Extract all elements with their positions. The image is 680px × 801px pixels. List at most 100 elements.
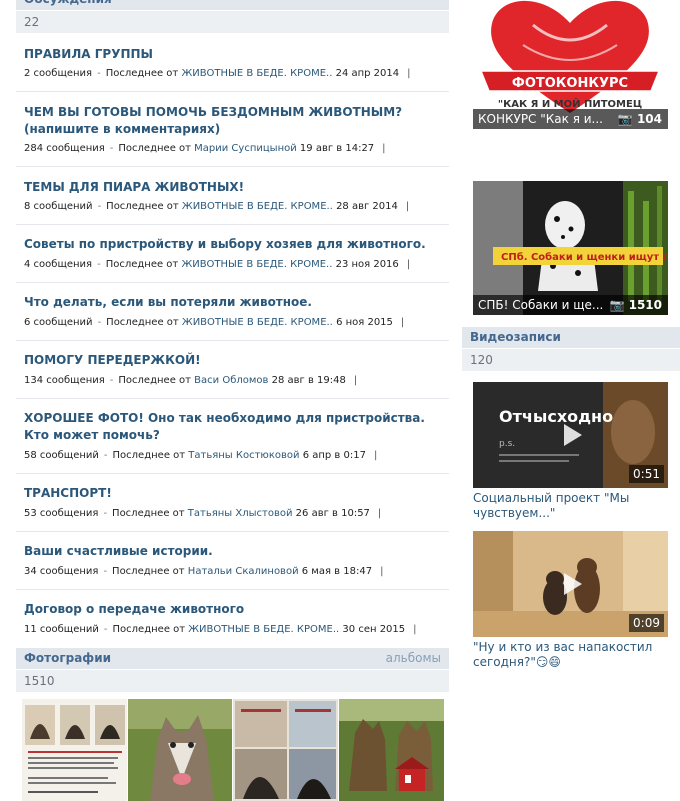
photos-header[interactable]: Фотографии альбомы bbox=[16, 648, 449, 669]
topic-last-label: Последнее от bbox=[112, 624, 186, 635]
topic-title[interactable]: ТРАНСПОРТ! bbox=[24, 485, 434, 502]
topic-date[interactable]: 28 авг 2014 bbox=[336, 201, 398, 212]
photo-thumbnail[interactable] bbox=[233, 699, 338, 801]
topic-title[interactable]: Ваши счастливые истории. bbox=[24, 543, 434, 560]
discussions-header[interactable]: Обсуждения bbox=[16, 0, 449, 10]
album-caption: СПБ! Собаки и ще... 📷 1510 bbox=[473, 295, 668, 315]
topic-title[interactable]: ХОРОШЕЕ ФОТО! Оно так необходимо для при… bbox=[24, 410, 434, 444]
topic-date[interactable]: 6 апр в 0:17 bbox=[303, 450, 366, 461]
topic-title[interactable]: Советы по пристройству и выбору хозяев д… bbox=[24, 236, 434, 253]
topic-item: ЧЕМ ВЫ ГОТОВЫ ПОМОЧЬ БЕЗДОМНЫМ ЖИВОТНЫМ?… bbox=[16, 92, 449, 167]
discussions-title[interactable]: Обсуждения bbox=[24, 0, 112, 10]
video-thumbnail[interactable]: Отчысходно p.s. 0:51 bbox=[473, 382, 668, 488]
topic-item: Советы по пристройству и выбору хозяев д… bbox=[16, 225, 449, 283]
album-count: 📷 1510 bbox=[609, 298, 662, 312]
album-name: КОНКУРС "Как я и... bbox=[478, 112, 603, 126]
topic-date[interactable]: 23 ноя 2016 bbox=[336, 259, 399, 270]
video-title[interactable]: "Ну и кто из вас напакостил сегодня?"😏😄 bbox=[473, 640, 663, 670]
album-banner-text: ФОТОКОНКУРС bbox=[512, 76, 628, 91]
topic-author-link[interactable]: Васи Обломов bbox=[194, 375, 268, 386]
topic-date[interactable]: 30 сен 2015 bbox=[342, 624, 405, 635]
albums-link[interactable]: альбомы bbox=[386, 648, 441, 669]
topic-date[interactable]: 19 авг в 14:27 bbox=[300, 143, 374, 154]
play-icon[interactable] bbox=[556, 420, 586, 450]
topic-count: 11 сообщений bbox=[24, 624, 99, 635]
svg-text:p.s.: p.s. bbox=[499, 439, 515, 449]
topic-count: 6 сообщений bbox=[24, 317, 93, 328]
topic-author-link[interactable]: ЖИВОТНЫЕ В БЕДЕ. КРОМЕ.. bbox=[188, 624, 339, 635]
topic-author-link[interactable]: ЖИВОТНЫЕ В БЕДЕ. КРОМЕ.. bbox=[182, 201, 333, 212]
topic-date[interactable]: 6 ноя 2015 bbox=[336, 317, 393, 328]
topic-author-link[interactable]: Татьяны Хлыстовой bbox=[188, 508, 293, 519]
topic-last-label: Последнее от bbox=[105, 259, 179, 270]
photo-strip bbox=[22, 699, 444, 801]
topic-title[interactable]: Что делать, если вы потеряли животное. bbox=[24, 294, 434, 311]
topic-title[interactable]: Договор о передаче животного bbox=[24, 601, 434, 618]
photo-thumbnail[interactable] bbox=[22, 699, 127, 801]
album-banner-text: СПб. Собаки и щенки ищут дом. bbox=[501, 251, 668, 263]
topic-author-link[interactable]: ЖИВОТНЫЕ В БЕДЕ. КРОМЕ.. bbox=[182, 317, 333, 328]
topic-count: 134 сообщения bbox=[24, 375, 105, 386]
photo-thumbnail[interactable] bbox=[339, 699, 444, 801]
topic-title[interactable]: ЧЕМ ВЫ ГОТОВЫ ПОМОЧЬ БЕЗДОМНЫМ ЖИВОТНЫМ?… bbox=[24, 104, 434, 138]
topic-meta: 284 сообщения - Последнее от Марии Суспицы… bbox=[24, 143, 386, 154]
topic-item: Договор о передаче животного 11 сообщени… bbox=[16, 590, 449, 646]
album-thumbnail[interactable]: СПб. Собаки и щенки ищут дом. СПБ! Собак… bbox=[473, 181, 668, 315]
discussions-count: 22 bbox=[24, 15, 40, 29]
photo-image bbox=[22, 699, 127, 801]
topic-count: 4 сообщения bbox=[24, 259, 93, 270]
topic-date[interactable]: 6 мая в 18:47 bbox=[302, 566, 372, 577]
photo-thumbnail[interactable] bbox=[128, 699, 232, 801]
topic-author-link[interactable]: ЖИВОТНЫЕ В БЕДЕ. КРОМЕ.. bbox=[181, 259, 332, 270]
topic-item: Что делать, если вы потеряли животное. 6… bbox=[16, 283, 449, 341]
topic-author-link[interactable]: Татьяны Костюковой bbox=[188, 450, 299, 461]
topic-meta: 53 сообщения - Последнее от Татьяны Хлысто… bbox=[24, 508, 382, 519]
photos-count-bar: 1510 bbox=[16, 670, 449, 692]
topic-title[interactable]: ПОМОГУ ПЕРЕДЕРЖКОЙ! bbox=[24, 352, 434, 369]
photo-image bbox=[128, 699, 232, 801]
topic-date[interactable]: 24 апр 2014 bbox=[336, 68, 400, 79]
topic-last-label: Последнее от bbox=[112, 566, 185, 577]
right-column: ФОТОКОНКУРС "КАК Я И МОЙ ПИТОМЕЦ КОНКУРС… bbox=[462, 0, 680, 801]
topic-last-label: Последнее от bbox=[106, 201, 179, 212]
topic-date[interactable]: 28 авг в 19:48 bbox=[272, 375, 346, 386]
discussions-count-bar: 22 bbox=[16, 11, 449, 33]
topic-count: 2 сообщения bbox=[24, 68, 93, 79]
topic-meta: 2 сообщения - Последнее от ЖИВОТНЫЕ В БЕДЕ… bbox=[24, 68, 411, 79]
album-thumbnail[interactable]: ФОТОКОНКУРС "КАК Я И МОЙ ПИТОМЕЦ КОНКУРС… bbox=[473, 0, 668, 129]
topic-title[interactable]: ТЕМЫ ДЛЯ ПИАРА ЖИВОТНЫХ! bbox=[24, 179, 434, 196]
album-caption: КОНКУРС "Как я и... 📷 104 bbox=[473, 109, 668, 129]
video-duration: 0:51 bbox=[629, 465, 664, 483]
topic-author-link[interactable]: Натальи Скалиновой bbox=[188, 566, 299, 577]
topic-last-label: Последнее от bbox=[118, 375, 191, 386]
photo-image bbox=[339, 699, 444, 801]
photos-count: 1510 bbox=[24, 674, 55, 688]
topic-count: 53 сообщения bbox=[24, 508, 99, 519]
video-thumbnail[interactable]: 0:09 bbox=[473, 531, 668, 637]
video-title[interactable]: Социальный проект "Мы чувствуем..." bbox=[473, 491, 663, 521]
album-count: 📷 104 bbox=[617, 112, 662, 126]
topic-author-link[interactable]: ЖИВОТНЫЕ В БЕДЕ. КРОМЕ.. bbox=[181, 68, 332, 79]
camera-icon: 📷 bbox=[609, 298, 625, 312]
topic-count: 58 сообщений bbox=[24, 450, 99, 461]
topic-author-link[interactable]: Марии Суспицыной bbox=[194, 143, 297, 154]
video-duration: 0:09 bbox=[629, 614, 664, 632]
topic-meta: 58 сообщений - Последнее от Татьяны Костюк… bbox=[24, 450, 378, 461]
topic-title[interactable]: ПРАВИЛА ГРУППЫ bbox=[24, 46, 434, 63]
topic-last-label: Последнее от bbox=[112, 508, 185, 519]
videos-header[interactable]: Видеозаписи bbox=[462, 327, 680, 348]
topic-meta: 34 сообщения - Последнее от Натальи Скалин… bbox=[24, 566, 384, 577]
videos-title[interactable]: Видеозаписи bbox=[470, 327, 561, 348]
topic-date[interactable]: 26 авг в 10:57 bbox=[296, 508, 370, 519]
topic-count: 34 сообщения bbox=[24, 566, 99, 577]
topic-item: ХОРОШЕЕ ФОТО! Оно так необходимо для при… bbox=[16, 399, 449, 474]
topic-item: ПОМОГУ ПЕРЕДЕРЖКОЙ! 134 сообщения - Послед… bbox=[16, 341, 449, 399]
photos-title[interactable]: Фотографии bbox=[24, 648, 111, 669]
videos-count-bar: 120 bbox=[462, 349, 680, 371]
topic-item: ТРАНСПОРТ! 53 сообщения - Последнее от Тат… bbox=[16, 474, 449, 532]
photo-image bbox=[233, 699, 338, 801]
play-icon[interactable] bbox=[556, 569, 586, 599]
topic-meta: 6 сообщений - Последнее от ЖИВОТНЫЕ В БЕДЕ… bbox=[24, 317, 405, 328]
topic-last-label: Последнее от bbox=[112, 450, 186, 461]
topic-meta: 4 сообщения - Последнее от ЖИВОТНЫЕ В БЕДЕ… bbox=[24, 259, 411, 270]
